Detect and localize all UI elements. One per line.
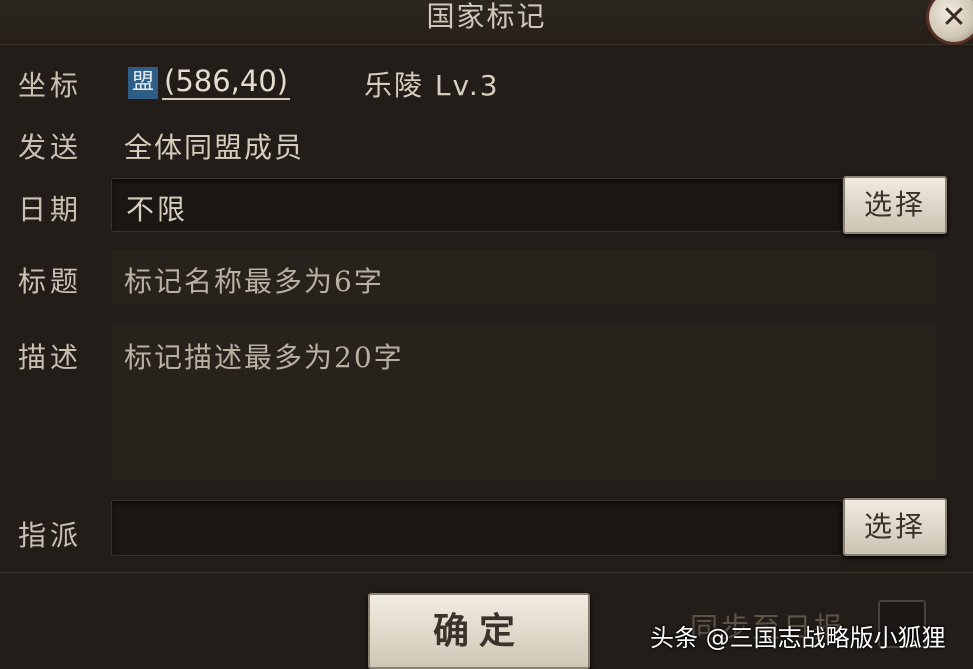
coordinate-label: 坐标: [18, 69, 83, 102]
description-placeholder: 标记描述最多为20字: [124, 341, 404, 374]
description-input[interactable]: 标记描述最多为20字: [112, 324, 936, 480]
place-name: 乐陵 Lv.3: [364, 69, 500, 102]
assign-choose-button[interactable]: 选择: [843, 498, 947, 556]
date-choose-button[interactable]: 选择: [843, 176, 947, 234]
dialog-titlebar: 国家标记: [0, 0, 973, 45]
send-label: 发送: [18, 131, 83, 164]
send-target: 全体同盟成员: [124, 131, 305, 164]
title-label: 标题: [18, 265, 83, 298]
assign-label: 指派: [18, 519, 83, 552]
date-value: 不限: [126, 193, 189, 226]
title-input[interactable]: 标记名称最多为6字: [112, 250, 936, 304]
coordinate-link[interactable]: (586,40): [162, 64, 291, 100]
date-label: 日期: [18, 193, 83, 226]
dialog-title: 国家标记: [426, 0, 547, 33]
description-label: 描述: [18, 341, 83, 374]
watermark: 头条 @三国志战略版小狐狸: [650, 624, 946, 652]
confirm-button[interactable]: 确定: [368, 593, 590, 669]
title-placeholder: 标记名称最多为6字: [124, 265, 384, 298]
date-field[interactable]: 不限: [111, 178, 843, 232]
alliance-icon: 盟: [128, 67, 158, 99]
footer-divider: [0, 572, 973, 573]
close-icon: ✕: [941, 0, 967, 35]
assign-field[interactable]: [111, 500, 843, 556]
